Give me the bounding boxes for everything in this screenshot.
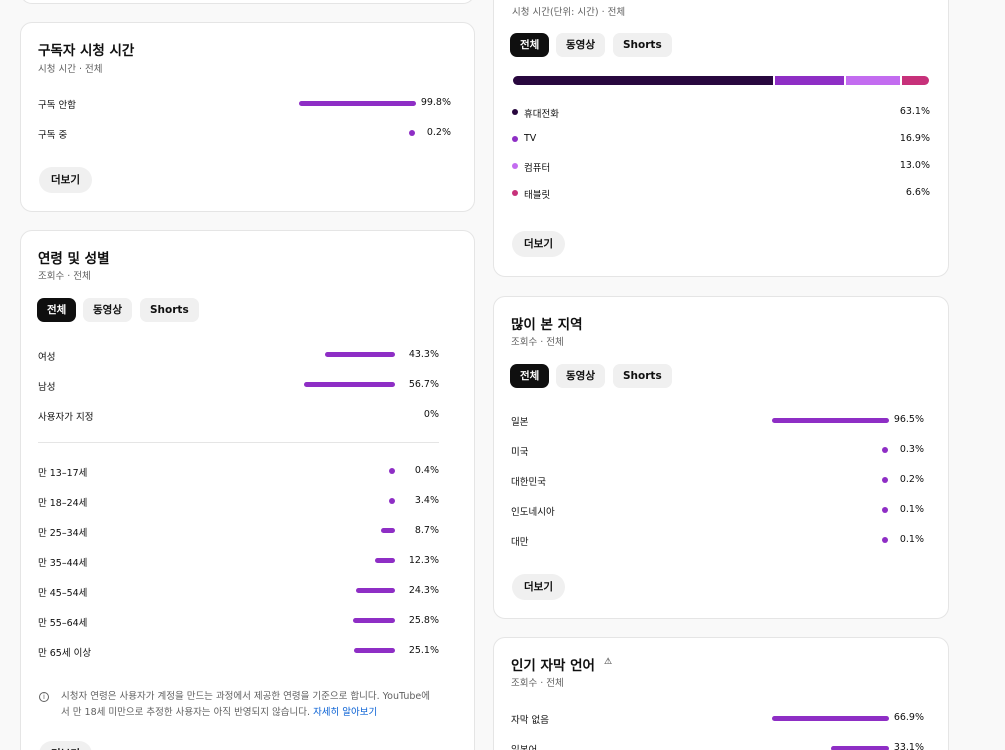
subtitle-row-value: 33.1% <box>893 742 924 750</box>
device-more-button[interactable]: 더보기 <box>512 231 565 257</box>
info-note: 시청자 연령은 사용자가 계정을 만드는 과정에서 제공한 연령을 기준으로 합… <box>61 689 461 721</box>
device-tab-videos[interactable]: 동영상 <box>556 33 605 57</box>
device-seg-computer <box>846 76 900 85</box>
device-row-value: 13.0% <box>899 160 930 171</box>
age-row-bar <box>353 618 395 623</box>
tab-shorts[interactable]: Shorts <box>140 298 199 322</box>
age-row-value: 24.3% <box>408 585 439 596</box>
age-row-label: 만 55–64세 <box>38 618 88 629</box>
age-row-bar <box>375 558 395 563</box>
tab-all[interactable]: 전체 <box>510 364 550 388</box>
geo-row-label: 대한민국 <box>511 477 546 488</box>
geo-row-label: 미국 <box>511 447 529 458</box>
age-row-bar <box>356 588 395 593</box>
age-gender-card: 연령 및 성별 조회수 · 전체 전체 동영상 Shorts 여성 43.3% … <box>20 230 475 750</box>
top-geographies-card: 많이 본 지역 조회수 · 전체 전체 동영상 Shorts 일본 96.5% … <box>493 296 949 619</box>
legend-dot <box>512 163 518 169</box>
geo-row-value: 96.5% <box>893 414 924 425</box>
tab-shorts[interactable]: Shorts <box>613 364 672 388</box>
age-row-value: 0.4% <box>414 465 439 476</box>
age-row-value: 8.7% <box>414 525 439 536</box>
divider <box>38 442 439 443</box>
gender-row-label: 여성 <box>38 352 56 363</box>
row-value: 0.2% <box>426 127 451 138</box>
age-row-value: 25.1% <box>408 645 439 656</box>
geo-row-bar <box>772 418 889 423</box>
learn-more-link[interactable]: 자세히 알아보기 <box>313 707 377 718</box>
card-subtitle: 조회수 · 전체 <box>38 271 91 282</box>
top-subtitle-languages-card: 인기 자막 언어 ⚠ 조회수 · 전체 자막 없음 66.9% 일본어 33.1… <box>493 637 949 750</box>
age-row-label: 만 65세 이상 <box>38 648 92 659</box>
geo-row-value: 0.1% <box>899 534 924 545</box>
age-row-value: 12.3% <box>408 555 439 566</box>
card-subtitle: 조회수 · 전체 <box>511 678 564 689</box>
subtitle-row-value: 66.9% <box>893 712 924 723</box>
info-note-line1: 시청자 연령은 사용자가 계정을 만드는 과정에서 제공한 연령을 기준으로 합… <box>61 691 431 702</box>
device-seg-tv <box>775 76 844 85</box>
device-row-value: 63.1% <box>899 106 930 117</box>
device-tab-shorts[interactable]: Shorts <box>613 33 672 57</box>
geo-row-value: 0.3% <box>899 444 924 455</box>
subscriber-watch-time-card: 구독자 시청 시간 시청 시간 · 전체 구독 안함 99.8% 구독 중 0.… <box>20 22 475 212</box>
card-title: 많이 본 지역 <box>511 317 583 333</box>
age-row-label: 만 18–24세 <box>38 498 88 509</box>
warning-icon[interactable]: ⚠ <box>604 657 612 667</box>
age-row-label: 만 13–17세 <box>38 468 88 479</box>
subtitle-row-label: 일본어 <box>511 742 537 750</box>
more-button[interactable]: 더보기 <box>39 741 92 750</box>
device-stacked-bar <box>513 76 929 85</box>
device-row-value: 6.6% <box>905 187 930 198</box>
device-tab-all[interactable]: 전체 <box>510 33 550 57</box>
tab-videos[interactable]: 동영상 <box>556 364 605 388</box>
gender-row-value: 56.7% <box>408 379 439 390</box>
tab-all[interactable]: 전체 <box>37 298 77 322</box>
subtitle-row-label: 자막 없음 <box>511 715 549 726</box>
row-bar <box>299 101 416 106</box>
subtitle-row-bar <box>772 716 889 721</box>
geo-row-label: 대만 <box>511 537 529 548</box>
gender-row-bar <box>325 352 395 357</box>
top-card-left-remnant <box>20 0 475 4</box>
geo-row-label: 일본 <box>511 417 529 428</box>
tab-videos[interactable]: 동영상 <box>83 298 132 322</box>
device-seg-tablet <box>902 76 929 85</box>
more-button[interactable]: 더보기 <box>39 167 92 193</box>
gender-row-bar <box>304 382 395 387</box>
device-row-value: 16.9% <box>899 133 930 144</box>
gender-row-label: 남성 <box>38 382 56 393</box>
device-card-subtitle: 시청 시간(단위: 시간) · 전체 <box>512 7 626 18</box>
card-title: 구독자 시청 시간 <box>38 43 135 59</box>
gender-row-label: 사용자가 지정 <box>38 412 94 423</box>
geo-row-value: 0.2% <box>899 474 924 485</box>
gender-row-value: 43.3% <box>408 349 439 360</box>
device-row-label: TV <box>524 133 537 144</box>
card-title: 인기 자막 언어 <box>511 658 595 674</box>
age-row-value: 3.4% <box>414 495 439 506</box>
legend-dot <box>512 109 518 115</box>
info-note-line2: 서 만 18세 미만으로 추정한 사용자는 아직 반영되지 않습니다. <box>61 707 311 718</box>
age-row-bar <box>354 648 395 653</box>
device-row-label: 태블릿 <box>524 190 551 201</box>
age-row-label: 만 35–44세 <box>38 558 88 569</box>
more-button[interactable]: 더보기 <box>512 574 565 600</box>
gender-row-value: 0% <box>423 409 439 420</box>
card-subtitle: 시청 시간 · 전체 <box>38 64 103 75</box>
device-row-label: 휴대전화 <box>524 109 559 120</box>
legend-dot <box>512 190 518 196</box>
device-seg-phone <box>513 76 773 85</box>
info-icon: i <box>39 692 49 702</box>
device-row-label: 컴퓨터 <box>524 163 551 174</box>
row-value: 99.8% <box>420 97 451 108</box>
age-row-label: 만 25–34세 <box>38 528 88 539</box>
age-row-bar <box>381 528 395 533</box>
row-label: 구독 중 <box>38 130 68 141</box>
age-row-value: 25.8% <box>408 615 439 626</box>
card-subtitle: 조회수 · 전체 <box>511 337 564 348</box>
legend-dot <box>512 136 518 142</box>
row-label: 구독 안함 <box>38 100 76 111</box>
geo-row-value: 0.1% <box>899 504 924 515</box>
age-row-label: 만 45–54세 <box>38 588 88 599</box>
card-title: 연령 및 성별 <box>38 251 110 267</box>
geo-row-label: 인도네시아 <box>511 507 555 518</box>
